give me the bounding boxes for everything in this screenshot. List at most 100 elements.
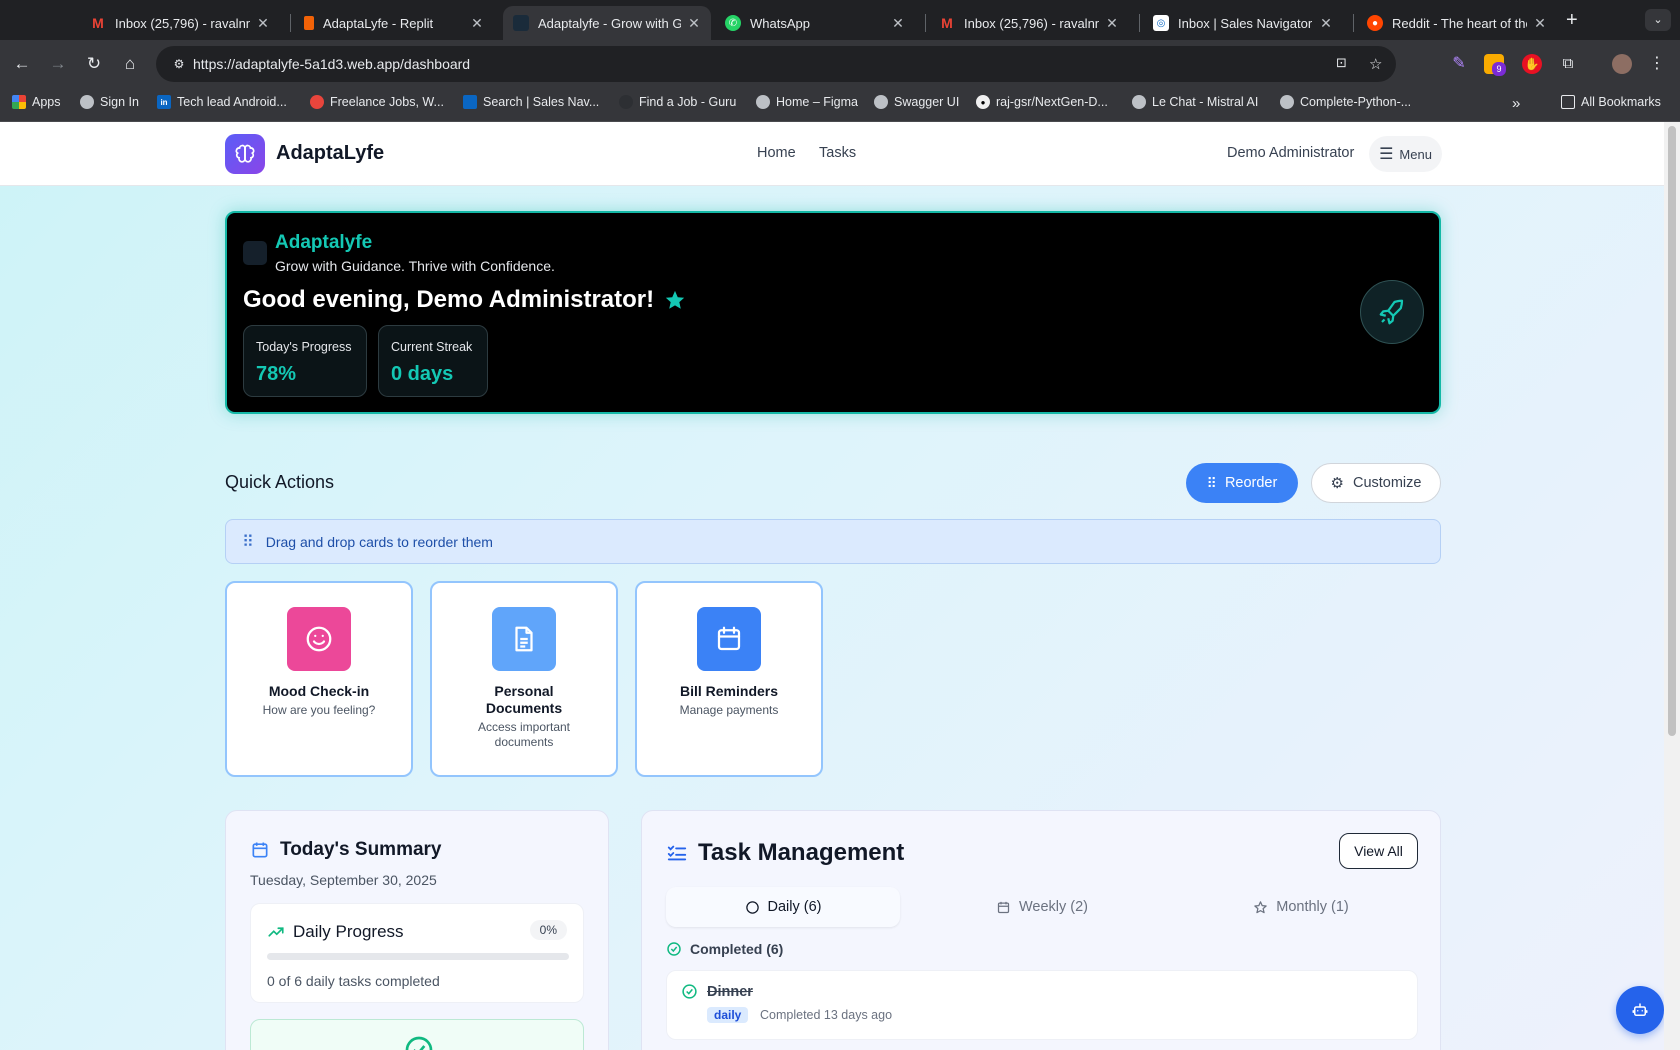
bookmark-star-icon[interactable]: ☆	[1369, 55, 1382, 73]
view-all-button[interactable]: View All	[1339, 833, 1418, 869]
adaptalyfe-icon	[513, 15, 529, 31]
close-icon[interactable]: ✕	[891, 15, 905, 32]
close-icon[interactable]: ✕	[1319, 15, 1333, 32]
quick-actions-title: Quick Actions	[225, 472, 335, 492]
reload-button[interactable]: ↻	[82, 52, 106, 76]
extension-icon[interactable]: 9	[1484, 54, 1506, 76]
browser-toolbar: ← → ↻ ⌂ ⚙ https://adaptalyfe-5a1d3.web.a…	[0, 40, 1680, 88]
bookmark-item[interactable]: in Tech lead Android...	[157, 95, 287, 109]
card-mood-check-in[interactable]: Mood Check-in How are you feeling?	[225, 581, 413, 777]
tab-separator	[1353, 14, 1354, 32]
tab-search-button[interactable]: ⌄	[1645, 9, 1671, 31]
greeting-text: Good evening, Demo Administrator!	[243, 286, 655, 313]
customize-button[interactable]: ⚙ Customize	[1311, 463, 1441, 503]
profile-avatar[interactable]	[1612, 54, 1632, 74]
app-header: AdaptaLyfe Home Tasks Demo Administrator…	[0, 122, 1664, 186]
forward-button[interactable]: →	[46, 52, 70, 76]
stat-todays-progress: Today's Progress 78%	[243, 325, 367, 397]
user-name[interactable]: Demo Administrator	[1227, 145, 1354, 161]
close-icon[interactable]: ✕	[256, 15, 270, 32]
bookmark-apps[interactable]: Apps	[12, 95, 61, 109]
new-tab-button[interactable]: +	[1566, 8, 1578, 32]
browser-tab[interactable]: AdaptaLyfe - Replit ✕	[294, 6, 494, 40]
extensions-puzzle-icon[interactable]: ⧉	[1558, 54, 1578, 74]
adaptalyfe-logo-icon	[243, 241, 267, 265]
card-personal-documents[interactable]: Personal Documents Access important docu…	[430, 581, 618, 777]
install-app-icon[interactable]: ⊡	[1336, 55, 1347, 71]
daily-progress-bar	[267, 953, 569, 960]
browser-tab[interactable]: ● Reddit - The heart of the ✕	[1357, 6, 1557, 40]
back-button[interactable]: ←	[10, 52, 34, 76]
task-management-heading: Task Management	[666, 839, 904, 867]
tab-title: Reddit - The heart of the	[1392, 15, 1527, 31]
replit-icon	[304, 16, 314, 30]
bookmark-item[interactable]: Swagger UI	[874, 95, 959, 109]
daily-progress-title: Daily Progress	[293, 922, 404, 941]
app-brand[interactable]: AdaptaLyfe	[276, 142, 384, 165]
bookmark-item[interactable]: Search | Sales Nav...	[463, 95, 599, 109]
close-icon[interactable]: ✕	[1105, 15, 1119, 32]
tab-monthly[interactable]: Monthly (1)	[1184, 887, 1418, 927]
bookmark-label: Find a Job - Guru	[639, 95, 737, 109]
home-button[interactable]: ⌂	[118, 52, 142, 76]
greeting: Good evening, Demo Administrator!	[243, 286, 686, 314]
menu-button[interactable]: ☰ Menu	[1369, 136, 1442, 172]
more-bookmarks-chevron-icon[interactable]: »	[1512, 95, 1520, 112]
bookmark-label: Le Chat - Mistral AI	[1152, 95, 1259, 109]
tab-daily[interactable]: Daily (6)	[666, 887, 900, 927]
card-subtitle: How are you feeling?	[262, 703, 376, 717]
rocket-icon	[1360, 280, 1424, 344]
bookmark-label: Tech lead Android...	[177, 95, 287, 109]
card-title: Personal Documents	[485, 683, 563, 716]
bookmark-item[interactable]: Find a Job - Guru	[619, 95, 736, 109]
url-text[interactable]: https://adaptalyfe-5a1d3.web.app/dashboa…	[193, 56, 470, 72]
card-subtitle: Access important documents	[477, 720, 571, 749]
site-settings-icon[interactable]: ⚙	[170, 55, 188, 73]
task-item[interactable]: Dinner daily Completed 13 days ago	[666, 970, 1418, 1040]
bookmark-item[interactable]: Complete-Python-...	[1280, 95, 1411, 109]
adblock-icon[interactable]: ✋	[1522, 54, 1542, 74]
close-icon[interactable]: ✕	[470, 15, 484, 32]
tab-separator	[290, 14, 291, 32]
close-icon[interactable]: ✕	[687, 15, 701, 32]
task-management-title: Task Management	[698, 839, 905, 866]
browser-tab[interactable]: M Inbox (25,796) - ravalnn ✕	[80, 6, 280, 40]
tab-label: Monthly (1)	[1276, 899, 1349, 915]
completed-label: Completed (6)	[690, 941, 784, 957]
bookmark-label: raj-gsr/NextGen-D...	[996, 95, 1108, 109]
bookmark-item[interactable]: Freelance Jobs, W...	[310, 95, 444, 109]
bookmark-item[interactable]: ● raj-gsr/NextGen-D...	[976, 95, 1108, 109]
brain-logo-icon[interactable]	[225, 134, 265, 174]
check-circle-icon[interactable]	[681, 983, 698, 1000]
nav-tasks[interactable]: Tasks	[819, 145, 856, 161]
star-icon	[665, 290, 685, 309]
task-name: Dinner	[707, 984, 753, 1000]
browser-tab[interactable]: M Inbox (25,796) - ravalnn ✕	[929, 6, 1129, 40]
address-bar[interactable]: ⚙ https://adaptalyfe-5a1d3.web.app/dashb…	[156, 46, 1396, 82]
browser-tab[interactable]: ✆ WhatsApp ✕	[715, 6, 915, 40]
completed-group-heading: Completed (6)	[666, 941, 783, 957]
card-bill-reminders[interactable]: Bill Reminders Manage payments	[635, 581, 823, 777]
stat-value: 78%	[256, 363, 297, 385]
tab-weekly[interactable]: Weekly (2)	[925, 887, 1159, 927]
page-scrollbar[interactable]	[1664, 122, 1680, 1050]
close-icon[interactable]: ✕	[1533, 15, 1547, 32]
reorder-button[interactable]: ⠿ Reorder	[1186, 463, 1298, 503]
bot-icon	[1632, 1003, 1648, 1016]
assistant-bot-button[interactable]	[1616, 986, 1664, 1034]
kebab-menu-icon[interactable]: ⋮	[1647, 54, 1667, 74]
compass-icon	[463, 95, 477, 109]
guru-icon	[619, 95, 633, 109]
pen-extension-icon[interactable]: ✎	[1449, 54, 1469, 74]
all-bookmarks-folder[interactable]: All Bookmarks	[1561, 95, 1661, 109]
bookmark-item[interactable]: Le Chat - Mistral AI	[1132, 95, 1258, 109]
daily-progress-text: 0 of 6 daily tasks completed	[267, 973, 440, 989]
bookmark-item[interactable]: Sign In	[80, 95, 139, 109]
nav-home[interactable]: Home	[757, 145, 796, 161]
linkedin-icon: ◎	[1153, 15, 1169, 31]
scrollbar-thumb[interactable]	[1668, 126, 1676, 736]
bookmark-item[interactable]: Home – Figma	[756, 95, 858, 109]
browser-tab[interactable]: ◎ Inbox | Sales Navigator ✕	[1143, 6, 1343, 40]
calendar-icon	[252, 842, 268, 858]
browser-tab-active[interactable]: Adaptalyfe - Grow with G ✕	[503, 6, 711, 40]
